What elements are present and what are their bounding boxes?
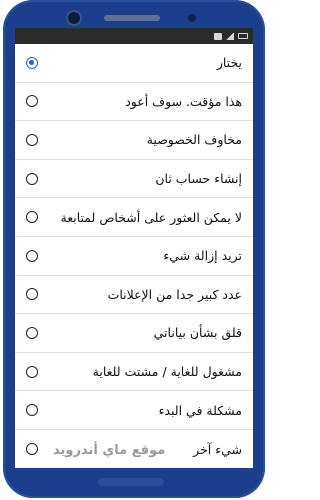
phone-screen: يختار هذا مؤقت. سوف أعود مخاوف الخصوصية … xyxy=(15,28,253,468)
front-camera-icon xyxy=(68,12,80,24)
option-7[interactable]: قلق بشأن بياناتي xyxy=(15,314,253,353)
radio-icon[interactable] xyxy=(26,404,38,417)
option-label: إنشاء حساب ثان xyxy=(155,171,242,187)
option-5[interactable]: تريد إزالة شيء xyxy=(15,237,253,276)
radio-icon[interactable] xyxy=(26,443,38,456)
option-label: لا يمكن العثور على أشخاص لمتابعة xyxy=(60,209,242,225)
option-1[interactable]: هذا مؤقت. سوف أعود xyxy=(15,83,253,122)
wifi-icon xyxy=(214,32,222,40)
earpiece-speaker xyxy=(104,15,160,21)
option-label: تريد إزالة شيء xyxy=(163,248,242,264)
radio-icon[interactable] xyxy=(26,95,38,108)
radio-selected-icon[interactable] xyxy=(26,56,38,69)
battery-icon xyxy=(238,33,248,39)
option-8[interactable]: مشغول للغاية / مشتت للغاية xyxy=(15,353,253,392)
radio-icon[interactable] xyxy=(26,288,38,301)
signal-icon xyxy=(226,32,234,40)
radio-icon[interactable] xyxy=(26,249,38,262)
option-6[interactable]: عدد كبير جدا من الإعلانات xyxy=(15,276,253,315)
radio-icon[interactable] xyxy=(26,326,38,339)
option-9[interactable]: مشكلة في البدء xyxy=(15,391,253,430)
option-3[interactable]: إنشاء حساب ثان xyxy=(15,160,253,199)
proximity-sensor xyxy=(188,14,196,22)
status-bar xyxy=(15,28,253,44)
home-button[interactable] xyxy=(98,478,164,486)
option-label: يختار xyxy=(216,55,242,71)
option-label: مشغول للغاية / مشتت للغاية xyxy=(92,364,242,380)
radio-icon[interactable] xyxy=(26,365,38,378)
option-label: قلق بشأن بياناتي xyxy=(153,325,242,341)
option-label: مخاوف الخصوصية xyxy=(146,132,242,148)
option-2[interactable]: مخاوف الخصوصية xyxy=(15,121,253,160)
option-0[interactable]: يختار xyxy=(15,44,253,83)
radio-icon[interactable] xyxy=(26,172,38,185)
option-label: شيء آخر xyxy=(193,441,242,457)
option-4[interactable]: لا يمكن العثور على أشخاص لمتابعة xyxy=(15,198,253,237)
watermark: موقع ماي أندرويد xyxy=(53,443,166,458)
option-label: مشكلة في البدء xyxy=(158,402,242,418)
radio-icon[interactable] xyxy=(26,211,38,224)
radio-icon[interactable] xyxy=(26,133,38,146)
option-label: هذا مؤقت. سوف أعود xyxy=(125,93,242,109)
reason-options-list: يختار هذا مؤقت. سوف أعود مخاوف الخصوصية … xyxy=(15,44,253,468)
option-label: عدد كبير جدا من الإعلانات xyxy=(107,286,242,302)
